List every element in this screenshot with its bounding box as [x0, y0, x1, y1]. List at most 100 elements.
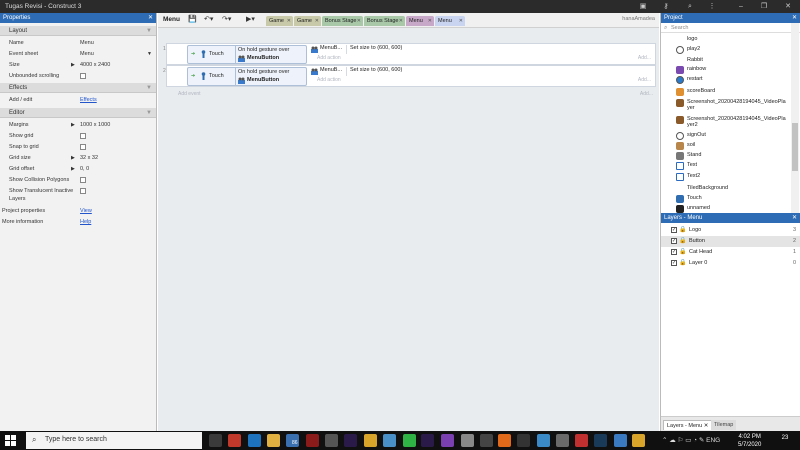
close-icon[interactable]: ✕ — [357, 16, 361, 26]
event-row[interactable]: 1 ➔ Touch On hold gesture over MenuButton Men… — [163, 43, 656, 65]
prop-row-grid-size[interactable]: Grid size ▶ 32 x 32 — [0, 153, 156, 163]
layer-row[interactable]: ✓ 🔒 Cat Head 1 — [661, 247, 800, 258]
close-icon[interactable]: ✕ — [428, 16, 432, 26]
event-condition[interactable]: ➔ Touch On hold gesture over MenuButton — [187, 45, 307, 64]
show-translucent-checkbox[interactable] — [80, 188, 86, 194]
tab-game[interactable]: Game ✕ — [294, 16, 321, 26]
search-icon[interactable]: ⌕ — [684, 2, 696, 11]
prop-row-snap-grid[interactable]: Snap to grid — [0, 142, 156, 152]
m-icon[interactable] — [537, 434, 550, 447]
add-event-more[interactable]: Add... — [640, 91, 653, 97]
project-item[interactable]: play2 — [676, 46, 787, 54]
vs-icon[interactable] — [441, 434, 454, 447]
minimize-icon[interactable]: – — [735, 2, 747, 11]
layer-visible-checkbox[interactable]: ✓ — [671, 238, 677, 244]
lock-icon[interactable]: 🔒 — [679, 258, 686, 269]
lock-icon[interactable]: 🔒 — [679, 247, 686, 258]
redo-icon[interactable]: ↷▾ — [222, 15, 231, 25]
prop-value[interactable]: Menu — [80, 49, 94, 59]
project-item[interactable]: signOut — [676, 132, 787, 140]
tab-bonus-stage[interactable]: Bonus Stage ✕ — [364, 16, 405, 26]
prop-value[interactable]: 4000 x 2400 — [80, 60, 110, 70]
dropdown-arrow-icon[interactable]: ▼ — [147, 49, 152, 59]
globe-icon[interactable] — [614, 434, 627, 447]
project-item[interactable]: Text2 — [676, 173, 787, 181]
effects-link[interactable]: Effects — [80, 95, 97, 105]
expand-icon[interactable]: ▶ — [71, 120, 75, 130]
prop-row-collision[interactable]: Show Collision Polygons — [0, 175, 156, 185]
project-item[interactable]: scoreBoard — [676, 88, 787, 96]
event-action[interactable]: MenuB... Set size to (600, 600) — [309, 67, 629, 76]
project-item[interactable]: Touch — [676, 195, 787, 203]
prop-row-name[interactable]: Name Menu — [0, 38, 156, 48]
prop-value[interactable]: 1000 x 1000 — [80, 120, 110, 130]
video-icon[interactable] — [306, 434, 319, 447]
close-icon[interactable]: ✕ — [459, 16, 463, 26]
clock[interactable]: 4:02 PM 5/7/2020 — [738, 433, 761, 449]
project-scrollbar[interactable] — [791, 23, 799, 213]
project-item[interactable]: TiledBackground — [687, 185, 787, 191]
photoshop-icon[interactable] — [594, 434, 607, 447]
restore-icon[interactable]: ❐ — [758, 2, 770, 11]
layer-row[interactable]: ✓ 🔒 Layer 0 0 — [661, 258, 800, 269]
prop-row-more-info[interactable]: More information Help — [0, 217, 156, 227]
expand-icon[interactable]: ▶ — [71, 164, 75, 174]
close-icon[interactable]: ✕ — [315, 16, 319, 26]
prop-row-event-sheet[interactable]: Event sheet Menu ▼ — [0, 49, 156, 59]
user-name[interactable]: hanaAmadea — [622, 16, 655, 22]
section-editor[interactable]: Editor ▼ — [0, 108, 156, 118]
media-icon[interactable] — [325, 434, 338, 447]
explorer-icon[interactable] — [267, 434, 280, 447]
project-item[interactable]: soil — [676, 142, 787, 150]
prop-row-add-edit[interactable]: Add / edit Effects — [0, 95, 156, 105]
photos-icon[interactable] — [383, 434, 396, 447]
tab-game[interactable]: Game ✕ — [266, 16, 293, 26]
project-item[interactable]: Text — [676, 162, 787, 170]
prop-row-unbounded[interactable]: Unbounded scrolling — [0, 71, 156, 81]
close-icon[interactable]: ✕ — [782, 2, 794, 11]
project-search-input[interactable]: ⌕ Search — [661, 23, 800, 33]
project-item[interactable]: Rabbit — [687, 57, 787, 63]
unreal-icon[interactable] — [517, 434, 530, 447]
show-collision-checkbox[interactable] — [80, 177, 86, 183]
scrollbar-thumb[interactable] — [792, 123, 798, 171]
player-icon[interactable] — [575, 434, 588, 447]
show-grid-checkbox[interactable] — [80, 133, 86, 139]
layer-row[interactable]: ✓ 🔒 Logo 3 — [661, 225, 800, 236]
event-action[interactable]: MenuB... Set size to (600, 600) — [309, 45, 629, 54]
prop-row-translucent[interactable]: Show Translucent Inactive Layers — [0, 186, 156, 204]
expand-icon[interactable]: ▶ — [71, 153, 75, 163]
prop-value[interactable]: 0, 0 — [80, 164, 89, 174]
add-action-link[interactable]: Add action — [317, 77, 341, 83]
tab-menu[interactable]: Menu ✕ — [406, 16, 434, 26]
layer-visible-checkbox[interactable]: ✓ — [671, 227, 677, 233]
project-item[interactable]: unnamed — [676, 205, 787, 213]
line-icon[interactable] — [403, 434, 416, 447]
tab-layers-menu[interactable]: Layers - Menu ✕ — [663, 420, 713, 430]
unbounded-scrolling-checkbox[interactable] — [80, 73, 86, 79]
layer-row[interactable]: ✓ 🔒 Button 2 — [661, 236, 800, 247]
tab-menu[interactable]: Menu ✕ — [435, 16, 465, 26]
close-icon[interactable]: ✕ — [704, 423, 709, 429]
prop-row-show-grid[interactable]: Show grid — [0, 131, 156, 141]
chrome-icon[interactable] — [364, 434, 377, 447]
layer-visible-checkbox[interactable]: ✓ — [671, 260, 677, 266]
section-effects[interactable]: Effects ▼ — [0, 83, 156, 93]
lock-icon[interactable]: 🔒 — [679, 236, 686, 247]
prop-row-size[interactable]: Size ▶ 4000 x 2400 — [0, 60, 156, 70]
screen-icon[interactable] — [556, 434, 569, 447]
close-icon[interactable]: ✕ — [399, 16, 403, 26]
edge-icon[interactable] — [248, 434, 261, 447]
add-action-link[interactable]: Add action — [317, 55, 341, 61]
project-item[interactable]: restart — [676, 76, 787, 84]
project-item[interactable]: logo — [687, 36, 787, 42]
snap-to-grid-checkbox[interactable] — [80, 144, 86, 150]
help-link[interactable]: Help — [80, 217, 91, 227]
close-icon[interactable]: ✕ — [792, 13, 797, 23]
key-icon[interactable]: ⚷ — [660, 2, 672, 11]
system-tray[interactable]: ⌃ ☁ ⚐ ▭ ◔ ✎ ENG — [662, 436, 720, 444]
project-item[interactable]: Screenshot_20200428194045_VideoPlayer2 — [676, 116, 787, 128]
construct-icon[interactable] — [228, 434, 241, 447]
view-link[interactable]: View — [80, 206, 92, 216]
aftereffects-icon[interactable] — [421, 434, 434, 447]
